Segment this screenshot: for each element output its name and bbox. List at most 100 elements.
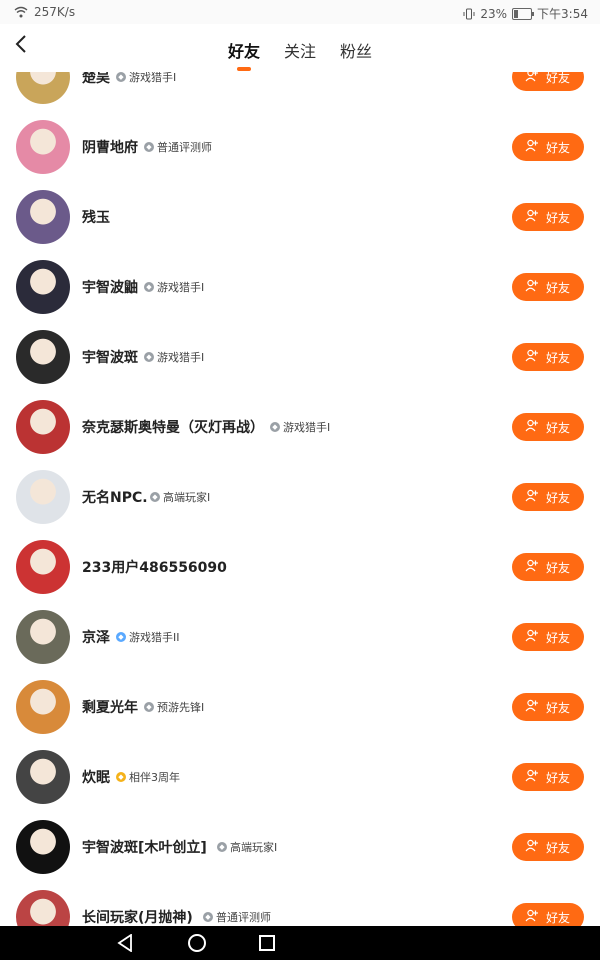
friend-row[interactable]: 奈克瑟斯奥特曼（灭灯再战） ◆ 游戏猎手I 好友 (0, 400, 600, 472)
avatar[interactable] (16, 680, 70, 734)
friend-button[interactable]: 好友 (512, 483, 584, 511)
friend-button-label: 好友 (546, 841, 571, 855)
friend-row[interactable]: 炊眠 ◆ 相伴3周年 好友 (0, 750, 600, 822)
friend-button[interactable]: 好友 (512, 343, 584, 371)
friend-button-label: 好友 (546, 211, 571, 225)
avatar[interactable] (16, 890, 70, 926)
level-badge: ◆ 普通评测师 (144, 139, 212, 155)
avatar[interactable] (16, 190, 70, 244)
level-badge: ◆ 高端玩家I (150, 489, 210, 505)
friend-row[interactable]: 阴曹地府 ◆ 普通评测师 好友 (0, 120, 600, 192)
friend-name: 奈克瑟斯奥特曼（灭灯再战） (82, 420, 264, 436)
friend-row[interactable]: 无名NPC. ◆ 高端玩家I 好友 (0, 470, 600, 542)
avatar[interactable] (16, 750, 70, 804)
tab-friends[interactable]: 好友 (228, 38, 260, 62)
badge-label: 普通评测师 (216, 911, 271, 924)
network-speed: 257K/s (34, 5, 76, 19)
level-badge: ◆ 游戏猎手I (116, 72, 176, 85)
friend-button[interactable]: 好友 (512, 553, 584, 581)
status-left: 257K/s (14, 5, 75, 19)
avatar[interactable] (16, 610, 70, 664)
friend-name: 京泽 (82, 630, 110, 646)
friend-button[interactable]: 好友 (512, 763, 584, 791)
badge-medal-icon: ◆ (217, 842, 227, 852)
badge-medal-icon: ◆ (144, 702, 154, 712)
friend-button-label: 好友 (546, 911, 571, 925)
tab-indicator (237, 67, 251, 71)
status-right: 23% 下午3:54 (463, 5, 588, 22)
battery-percent: 23% (480, 6, 508, 21)
friend-button[interactable]: 好友 (512, 203, 584, 231)
badge-medal-icon: ◆ (116, 632, 126, 642)
friend-name: 无名NPC. (82, 490, 148, 506)
status-bar: 257K/s 23% 下午3:54 (0, 0, 600, 24)
friend-row[interactable]: 京泽 ◆ 游戏猎手II 好友 (0, 610, 600, 682)
friend-row[interactable]: 剩夏光年 ◆ 预游先锋I 好友 (0, 680, 600, 752)
vibrate-icon (463, 8, 475, 19)
badge-label: 游戏猎手I (157, 351, 205, 364)
badge-medal-icon: ◆ (116, 772, 126, 782)
badge-label: 预游先锋I (157, 701, 205, 714)
friend-list[interactable]: 楚吴 ◆ 游戏猎手I 好友 阴曹地府 ◆ 普通评测师 好友 残玉 好友 宇智波鼬 ◆ 游戏猎手I 好友 宇智… (0, 72, 600, 926)
avatar[interactable] (16, 820, 70, 874)
friend-row[interactable]: 残玉 好友 (0, 190, 600, 262)
badge-medal-icon: ◆ (144, 142, 154, 152)
tab-following[interactable]: 关注 (284, 38, 316, 62)
friend-row[interactable]: 宇智波斑[木叶创立] ◆ 高端玩家I 好友 (0, 820, 600, 892)
friend-button[interactable]: 好友 (512, 903, 584, 926)
friend-button-label: 好友 (546, 72, 571, 85)
user-plus-icon (525, 559, 538, 572)
friend-row[interactable]: 长间玩家(月抛神) ◆ 普通评测师 好友 (0, 890, 600, 926)
friend-row[interactable]: 233用户486556090 好友 (0, 540, 600, 612)
user-plus-icon (525, 839, 538, 852)
user-plus-icon (525, 769, 538, 782)
nav-home-icon[interactable] (188, 934, 206, 952)
friend-name: 宇智波斑 (82, 350, 138, 366)
level-badge: ◆ 游戏猎手I (144, 349, 204, 365)
user-plus-icon (525, 72, 538, 82)
avatar[interactable] (16, 260, 70, 314)
avatar[interactable] (16, 120, 70, 174)
friend-row[interactable]: 楚吴 ◆ 游戏猎手I 好友 (0, 72, 600, 122)
friend-row[interactable]: 宇智波斑 ◆ 游戏猎手I 好友 (0, 330, 600, 402)
header: 好友 关注 粉丝 (0, 24, 600, 72)
friend-button[interactable]: 好友 (512, 693, 584, 721)
system-nav-bar (0, 926, 600, 960)
level-badge: ◆ 预游先锋I (144, 699, 204, 715)
user-plus-icon (525, 419, 538, 432)
badge-label: 普通评测师 (157, 141, 212, 154)
friend-name: 宇智波鼬 (82, 280, 138, 296)
friend-name: 剩夏光年 (82, 700, 138, 716)
friend-button-label: 好友 (546, 281, 571, 295)
user-plus-icon (525, 489, 538, 502)
friend-button-label: 好友 (546, 141, 571, 155)
avatar[interactable] (16, 72, 70, 104)
level-badge: ◆ 高端玩家I (217, 839, 277, 855)
friend-button[interactable]: 好友 (512, 273, 584, 301)
battery-fill (514, 9, 518, 18)
avatar[interactable] (16, 470, 70, 524)
friend-name: 残玉 (82, 210, 110, 226)
level-badge: ◆ 游戏猎手I (144, 279, 204, 295)
friend-name: 长间玩家(月抛神) (82, 910, 193, 926)
nav-recent-apps-icon[interactable] (259, 935, 275, 951)
avatar[interactable] (16, 400, 70, 454)
friend-name: 宇智波斑[木叶创立] (82, 840, 207, 856)
badge-medal-icon: ◆ (144, 352, 154, 362)
friend-button[interactable]: 好友 (512, 133, 584, 161)
friend-row[interactable]: 宇智波鼬 ◆ 游戏猎手I 好友 (0, 260, 600, 332)
tab-fans[interactable]: 粉丝 (340, 38, 372, 62)
badge-label: 游戏猎手I (157, 281, 205, 294)
friend-button[interactable]: 好友 (512, 413, 584, 441)
friend-button[interactable]: 好友 (512, 72, 584, 91)
user-plus-icon (525, 209, 538, 222)
user-plus-icon (525, 909, 538, 922)
nav-back-icon[interactable] (117, 934, 133, 952)
avatar[interactable] (16, 540, 70, 594)
friend-button[interactable]: 好友 (512, 833, 584, 861)
user-plus-icon (525, 279, 538, 292)
friend-button[interactable]: 好友 (512, 623, 584, 651)
avatar[interactable] (16, 330, 70, 384)
level-badge: ◆ 普通评测师 (203, 909, 271, 925)
badge-label: 游戏猎手II (129, 631, 180, 644)
